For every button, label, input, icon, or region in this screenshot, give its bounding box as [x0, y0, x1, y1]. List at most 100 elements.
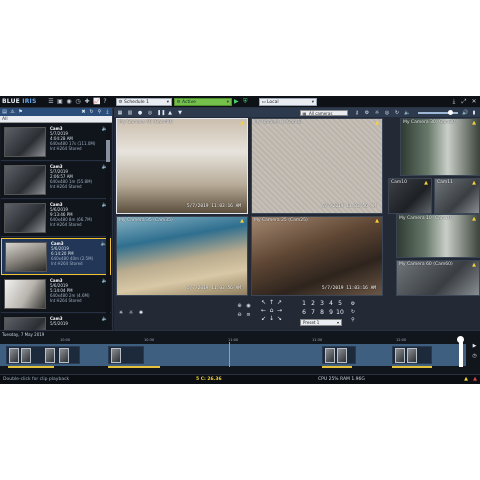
snapshot-icon[interactable]: ◎ — [147, 110, 153, 116]
schedule-dropdown[interactable]: ⚙ Schedule 1 ▾ — [116, 97, 172, 106]
gear-icon[interactable]: ⚙ — [364, 110, 370, 116]
monitor-icon[interactable]: ▣ — [57, 98, 63, 105]
refresh-icon[interactable]: ↻ — [350, 309, 356, 315]
up-icon[interactable]: ↑ — [268, 299, 275, 306]
camera-label: My Camera 40 (Cam40) — [119, 120, 173, 125]
timeline-track[interactable] — [0, 344, 466, 366]
clip-item[interactable]: Cam3 5/6/2019 6:14:20 PM 640x480 40m (2.5M)… — [1, 238, 111, 275]
audio-icon[interactable]: 🔊 — [462, 110, 468, 116]
refresh-icon[interactable]: ↻ — [394, 110, 400, 116]
location-dropdown[interactable]: ▭ Local ▾ — [259, 97, 317, 106]
list-icon[interactable]: ☰ — [48, 98, 54, 105]
brightness-icon[interactable]: ☼ — [128, 310, 134, 316]
timeline-playhead[interactable] — [457, 336, 464, 367]
preset-button[interactable]: 1 — [300, 300, 308, 308]
slider-knob[interactable] — [448, 110, 453, 115]
volume-slider[interactable] — [418, 110, 458, 115]
preset-button[interactable]: 4 — [327, 300, 335, 308]
down-right-icon[interactable]: ↘ — [276, 315, 283, 322]
preset-button[interactable]: 2 — [309, 300, 317, 308]
zoom-in-icon[interactable]: ⊕ — [236, 303, 243, 310]
pause-icon[interactable]: ❚❚ — [157, 110, 165, 116]
focus-icon[interactable]: ≡ — [245, 312, 252, 319]
up-right-icon[interactable]: ↗ — [276, 299, 283, 306]
left-icon[interactable]: ← — [260, 307, 267, 314]
layout-icon[interactable]: ▦ — [117, 110, 123, 116]
clip-segment[interactable] — [108, 346, 144, 364]
clip-item[interactable]: Cam3 5/7/2019 4:04:28 AM 640x480 17s (111.0… — [1, 124, 111, 161]
volume-icon[interactable]: 🔈 — [404, 110, 410, 116]
camera-tile[interactable]: My Camera 60 (Cam60) ▲ — [396, 260, 480, 296]
chart-icon[interactable]: 📈 — [93, 98, 100, 105]
timeline-cursor[interactable] — [229, 342, 230, 367]
panel-icon[interactable]: ▮ — [471, 110, 477, 116]
timeline[interactable]: Tuesday, 7 May 2019 10:00 10:30 11:00 11:30… — [0, 330, 480, 374]
camera-tile[interactable]: My Camera 35 (Cam35) 5/7/2019 11:03:56 AM… — [116, 216, 248, 296]
clip-item[interactable]: Cam3 5/6/2019 9:13:46 PM 640x480 8m (66.7M)… — [1, 200, 111, 237]
snapshot-icon[interactable]: ◎ — [384, 110, 390, 116]
home-icon[interactable]: ⌂ — [268, 307, 275, 314]
clock-icon[interactable]: ◷ — [75, 98, 81, 105]
preset-select[interactable]: Preset 1 ▾ — [300, 319, 342, 326]
location-icon[interactable]: ⚲ — [350, 317, 356, 323]
clip-item[interactable]: Cam3 5/6/2019 5:14:04 PM 640x480 2m (4.6M) I… — [1, 276, 111, 313]
clip-segment[interactable] — [6, 346, 80, 364]
record-icon[interactable]: ● — [137, 110, 143, 116]
camera-tile[interactable]: My Camera 1 (Cam1) 5/7/2019 11:03:56 AM ▲ — [251, 118, 383, 214]
eye-icon[interactable]: ◉ — [245, 303, 252, 310]
export-icon[interactable]: ⤓ — [105, 109, 110, 115]
preset-button[interactable]: 8 — [318, 309, 326, 317]
error-icon[interactable]: ▲ — [473, 375, 477, 384]
camera-tile[interactable]: My Camera 40 (Cam40) 5/7/2019 11:03:16 AM… — [116, 118, 248, 214]
camera-tile[interactable]: My Camera 10 (Cam10) ▲ — [396, 214, 480, 258]
status-dropdown[interactable]: ⚙ Active ▾ — [174, 97, 232, 106]
camera-tile[interactable]: Cam11 ▲ — [434, 178, 480, 214]
alerts-icon[interactable]: ⚠ — [10, 109, 15, 115]
down-icon[interactable]: ↓ — [268, 315, 275, 322]
grid-icon[interactable]: ▥ — [127, 110, 133, 116]
light-icon[interactable]: ✺ — [138, 310, 144, 316]
delete-icon[interactable]: ✖ — [81, 109, 86, 115]
clip-list-scrollbar[interactable] — [106, 124, 110, 314]
search-icon[interactable]: ⚲ — [97, 109, 102, 115]
download-icon[interactable]: ⤓ — [451, 98, 457, 105]
preset-button[interactable]: 10 — [336, 309, 344, 317]
settings-icon[interactable]: ⚙ — [350, 301, 356, 307]
refresh-icon[interactable]: ↻ — [89, 109, 94, 115]
up-left-icon[interactable]: ↖ — [260, 299, 267, 306]
up-icon[interactable]: ▲ — [167, 110, 173, 116]
close-icon[interactable]: ✕ — [471, 98, 477, 105]
clock-icon[interactable]: ◷ — [471, 353, 478, 360]
camera-tile[interactable]: Cam10 ▲ — [388, 178, 432, 214]
camera-tile[interactable]: My Camera 30 (Cam30) ▲ — [400, 118, 480, 176]
shield-icon[interactable]: ⛨ — [243, 98, 248, 106]
camera-tile[interactable]: My Camera 25 (Cam25) 5/7/2019 11:03:16 AM… — [251, 216, 383, 296]
clips-icon[interactable]: ▤ — [2, 109, 7, 115]
preset-button[interactable]: 6 — [300, 309, 308, 317]
key-icon[interactable]: ⚷ — [354, 110, 360, 116]
right-icon[interactable]: → — [276, 307, 283, 314]
brightness-icon[interactable]: ☼ — [374, 110, 380, 116]
clip-segment[interactable] — [322, 346, 356, 364]
zoom-out-icon[interactable]: ⊖ — [236, 312, 243, 319]
preset-button[interactable]: 3 — [318, 300, 326, 308]
play-icon[interactable]: ▶ — [234, 98, 239, 105]
clip-segment[interactable] — [392, 346, 432, 364]
help-icon[interactable]: ? — [102, 98, 108, 105]
preset-button[interactable]: 5 — [336, 300, 344, 308]
clip-item[interactable]: Cam3 5/7/2019 2:06:57 AM 640x480 1m (55.8M)… — [1, 162, 111, 199]
camera-filter-select[interactable]: ▦ All cameras — [300, 109, 348, 116]
down-icon[interactable]: ▼ — [177, 110, 183, 116]
play-icon[interactable]: ▶ — [471, 343, 478, 350]
ir-icon[interactable]: ✳ — [118, 310, 124, 316]
scrollbar-thumb[interactable] — [106, 140, 110, 162]
fullscreen-icon[interactable]: ⤢ — [461, 98, 467, 105]
camera-icon[interactable]: ◉ — [66, 98, 72, 105]
preset-button[interactable]: 7 — [309, 309, 317, 317]
down-left-icon[interactable]: ↙ — [260, 315, 267, 322]
preset-button[interactable]: 9 — [327, 309, 335, 317]
warning-icon[interactable]: ▲ — [464, 375, 468, 384]
clip-filter-select[interactable]: All — [0, 116, 112, 123]
settings-icon[interactable]: ✚ — [84, 98, 90, 105]
flag-icon[interactable]: ⚑ — [18, 109, 23, 115]
